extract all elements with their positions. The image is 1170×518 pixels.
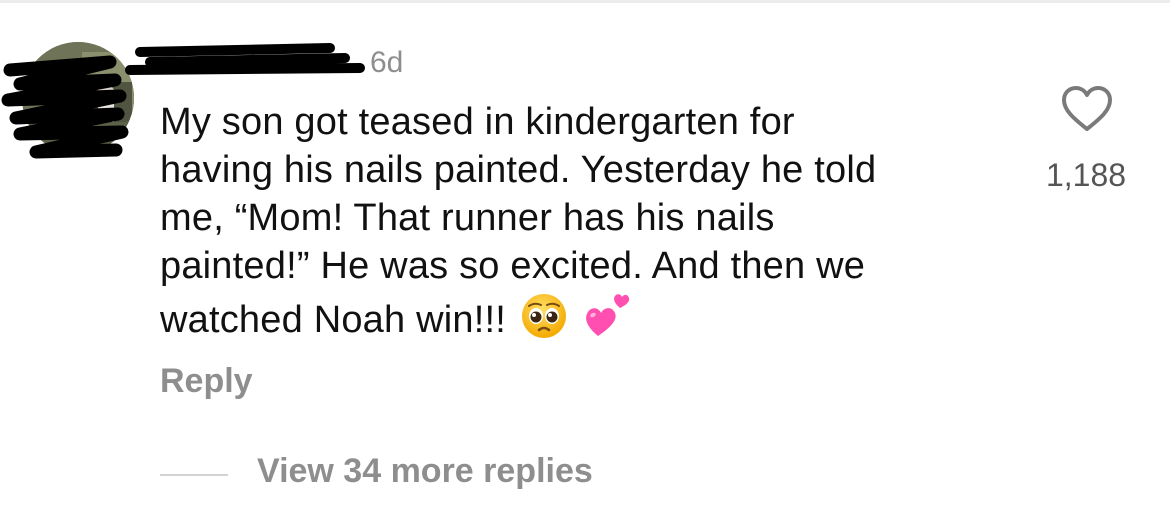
top-divider <box>0 0 1170 3</box>
reply-button[interactable]: Reply <box>160 362 253 401</box>
heart-outline-icon <box>1062 86 1112 131</box>
comment-line-last: watched Noah win!!! <box>160 290 1000 354</box>
comment-line: having his nails painted. Yesterday he t… <box>160 149 877 191</box>
two-hearts-emoji <box>582 290 634 354</box>
like-button[interactable] <box>1060 84 1114 134</box>
replies-divider-line <box>160 474 228 476</box>
comment-line: me, “Mom! That runner has his nails <box>160 197 775 239</box>
comment-text: My son got teased in kindergarten for ha… <box>160 98 1000 354</box>
avatar[interactable] <box>22 42 134 154</box>
comment-line: My son got teased in kindergarten for <box>160 101 795 143</box>
comment-line: watched Noah win!!! <box>160 299 506 342</box>
pleading-face-emoji <box>520 292 568 352</box>
comment-line: painted!” He was so excited. And then we <box>160 245 866 287</box>
like-count: 1,188 <box>1045 157 1127 193</box>
comment-timestamp: 6d <box>370 46 404 79</box>
view-more-replies-button[interactable]: View 34 more replies <box>257 452 593 491</box>
